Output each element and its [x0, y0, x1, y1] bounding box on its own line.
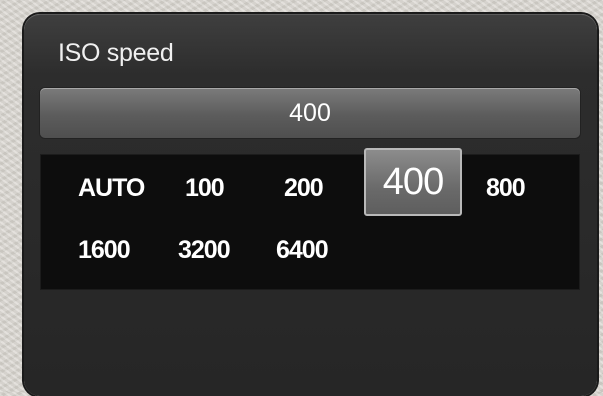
iso-option-3200[interactable]: 3200: [178, 238, 231, 263]
iso-option-6400[interactable]: 6400: [276, 238, 329, 263]
iso-option-400-selected[interactable]: 400: [364, 148, 462, 216]
iso-option-1600[interactable]: 1600: [78, 238, 131, 263]
dialog-title: ISO speed: [58, 39, 174, 67]
iso-option-200[interactable]: 200: [284, 176, 324, 201]
iso-option-800[interactable]: 800: [486, 176, 526, 201]
current-iso-value: 400: [40, 88, 580, 138]
iso-speed-dialog: ISO speed 400 AUTO 100 200 400 800 1600 …: [24, 14, 597, 396]
iso-option-100[interactable]: 100: [185, 176, 225, 201]
iso-option-auto[interactable]: AUTO: [78, 176, 145, 201]
iso-options-grid: AUTO 100 200 400 800 1600 3200 6400: [40, 148, 580, 290]
